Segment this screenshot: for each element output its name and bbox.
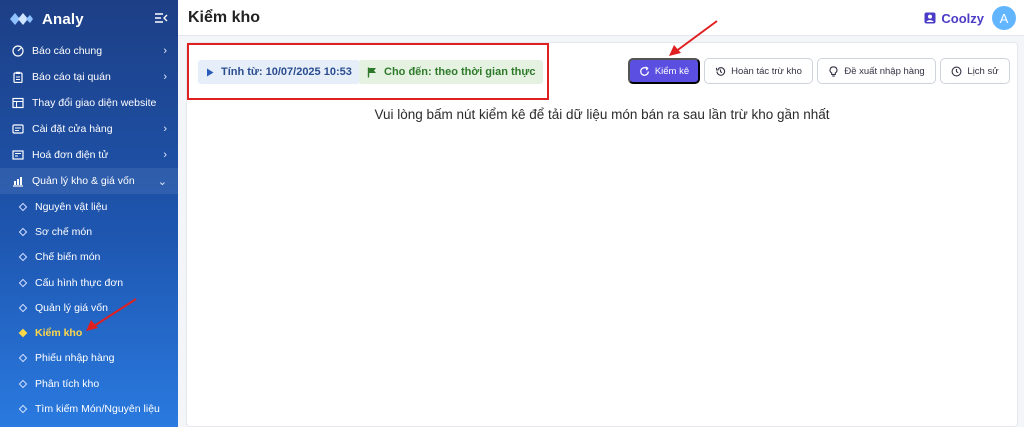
invoice-icon xyxy=(12,149,24,161)
sidebar-subitem-label: Tìm kiếm Món/Nguyên liệu xyxy=(35,403,160,416)
brand[interactable]: Analy xyxy=(0,0,178,38)
sidebar-subitem-label: Nguyên vật liệu xyxy=(35,200,108,213)
diamond-bullet-icon xyxy=(18,379,28,388)
undo-deduction-button[interactable]: Hoàn tác trừ kho xyxy=(704,58,813,84)
diamond-bullet-icon xyxy=(18,303,28,313)
sidebar-item-label: Quản lý kho & giá vốn xyxy=(32,175,135,187)
sidebar-subitem-che-bien-mon[interactable]: Chế biến món xyxy=(0,245,178,270)
from-time-label: Tính từ: 10/07/2025 10:53 xyxy=(221,66,352,78)
clipboard-icon xyxy=(12,71,24,83)
diamond-bullet-icon xyxy=(18,278,28,287)
sidebar-subitem-kiem-kho[interactable]: Kiểm kho xyxy=(0,320,178,345)
undo-button-label: Hoàn tác trừ kho xyxy=(731,65,802,77)
sidebar-subitem-label: Phân tích kho xyxy=(35,377,100,390)
sidebar-subitem-label: Phiếu nhập hàng xyxy=(35,352,115,365)
sidebar-subitem-label: Sơ chế món xyxy=(35,225,93,238)
warehouse-chart-icon xyxy=(12,175,24,187)
sidebar-item-quan-ly-kho[interactable]: Quản lý kho & giá vốn ⌄ xyxy=(0,168,178,194)
sidebar-subitem-quan-ly-gia-von[interactable]: Quản lý giá vốn xyxy=(0,295,178,320)
layout-icon xyxy=(12,97,24,109)
sidebar: Analy Báo cáo chung › Báo cáo tại quán ›… xyxy=(0,0,178,427)
history-button[interactable]: Lịch sử xyxy=(940,58,1010,84)
sidebar-item-hoa-don-dien-tu[interactable]: Hoá đơn điện tử › xyxy=(0,142,178,168)
to-time-badge: Cho đến: theo thời gian thực xyxy=(359,60,544,84)
chevron-right-icon: › xyxy=(163,71,167,83)
user-menu[interactable]: Coolzy A xyxy=(924,6,1016,30)
clock-icon xyxy=(951,66,962,77)
empty-state-message: Vui lòng bấm nút kiểm kê để tải dữ liệu … xyxy=(374,107,830,122)
sidebar-item-label: Báo cáo chung xyxy=(32,45,103,57)
stocktake-button-label: Kiểm kê xyxy=(654,65,690,77)
dashboard-icon xyxy=(12,45,24,57)
sidebar-item-bao-cao-chung[interactable]: Báo cáo chung › xyxy=(0,38,178,64)
sidebar-item-label: Thay đổi giao diện website xyxy=(32,97,157,109)
sidebar-item-label: Hoá đơn điện tử xyxy=(32,149,109,161)
brand-name: Analy xyxy=(42,10,84,28)
sidebar-subitem-label: Quản lý giá vốn xyxy=(35,301,108,314)
diamond-bullet-icon xyxy=(18,354,28,363)
diamond-bullet-icon xyxy=(18,227,28,237)
diamond-bullet-icon xyxy=(18,328,28,338)
sidebar-item-bao-cao-tai-quan[interactable]: Báo cáo tại quán › xyxy=(0,64,178,90)
stocktake-button[interactable]: Kiểm kê xyxy=(628,58,700,84)
chevron-down-icon: ⌄ xyxy=(157,175,167,188)
sidebar-subitem-tim-kiem[interactable]: Tìm kiếm Món/Nguyên liệu xyxy=(0,396,178,421)
history-undo-icon xyxy=(715,66,726,77)
flag-icon xyxy=(367,67,377,78)
sidebar-subitem-phieu-nhap-hang[interactable]: Phiếu nhập hàng xyxy=(0,346,178,371)
history-button-label: Lịch sử xyxy=(967,65,999,77)
page-title: Kiểm kho xyxy=(188,8,261,26)
from-time-badge: Tính từ: 10/07/2025 10:53 xyxy=(198,60,360,84)
sidebar-menu: Báo cáo chung › Báo cáo tại quán › Thay … xyxy=(0,38,178,422)
suggest-button-label: Đề xuất nhập hàng xyxy=(844,65,925,77)
avatar[interactable]: A xyxy=(992,6,1016,30)
sidebar-item-thay-doi-giao-dien[interactable]: Thay đổi giao diện website xyxy=(0,90,178,116)
sidebar-subitem-label: Cấu hình thực đơn xyxy=(35,276,124,289)
user-name: Coolzy xyxy=(941,10,984,26)
diamond-bullet-icon xyxy=(18,404,28,414)
sidebar-subitem-phan-tich-kho[interactable]: Phân tích kho xyxy=(0,371,178,396)
brand-logo-icon xyxy=(10,13,33,25)
sidebar-subitem-so-che-mon[interactable]: Sơ chế món xyxy=(0,219,178,244)
sidebar-collapse-icon[interactable] xyxy=(154,12,168,24)
sidebar-item-label: Cài đặt cửa hàng xyxy=(32,123,113,135)
play-icon xyxy=(206,68,214,77)
refresh-icon xyxy=(639,65,650,77)
diamond-bullet-icon xyxy=(18,202,28,211)
chevron-right-icon: › xyxy=(163,149,167,161)
chevron-right-icon: › xyxy=(163,123,167,135)
sidebar-subitem-label: Kiểm kho xyxy=(35,327,83,340)
to-time-label: Cho đến: theo thời gian thực xyxy=(384,66,536,78)
store-settings-icon xyxy=(12,123,24,135)
lightbulb-icon xyxy=(828,65,839,77)
sidebar-subitem-label: Chế biến món xyxy=(35,251,101,264)
suggest-import-button[interactable]: Đề xuất nhập hàng xyxy=(817,58,936,84)
sidebar-item-label: Báo cáo tại quán xyxy=(32,71,111,83)
chevron-right-icon: › xyxy=(163,45,167,57)
top-header: Kiểm kho Coolzy A xyxy=(178,0,1024,36)
diamond-bullet-icon xyxy=(18,252,28,262)
sidebar-subitem-nguyen-vat-lieu[interactable]: Nguyên vật liệu xyxy=(0,194,178,219)
sidebar-subitem-cau-hinh-thuc-don[interactable]: Cấu hình thực đơn xyxy=(0,270,178,295)
sidebar-item-cai-dat-cua-hang[interactable]: Cài đặt cửa hàng › xyxy=(0,116,178,142)
user-card-icon xyxy=(924,12,936,24)
stocktake-panel xyxy=(186,42,1018,427)
